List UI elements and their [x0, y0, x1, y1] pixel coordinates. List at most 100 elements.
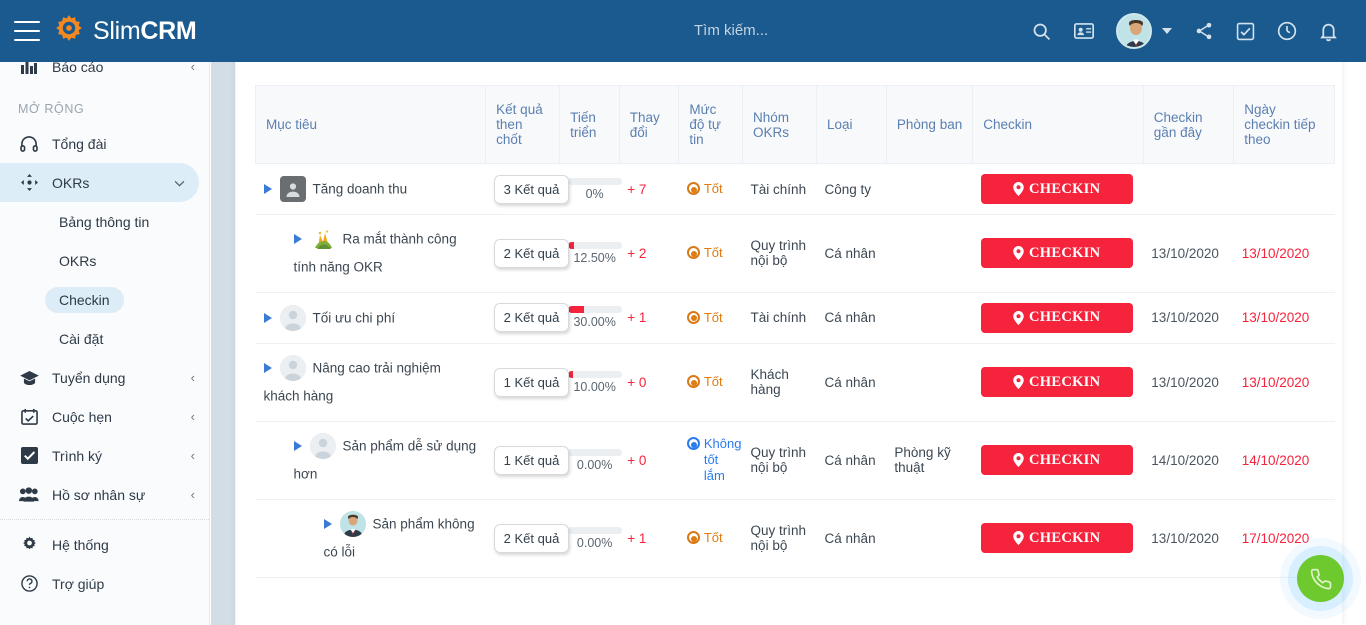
- column-header-muc-do-tu-tin[interactable]: Mức độ tự tin: [679, 86, 743, 164]
- column-header-muc-tieu[interactable]: Mục tiêu: [256, 86, 486, 164]
- share-icon[interactable]: [1194, 21, 1214, 41]
- cell-thay-doi: + 0: [619, 421, 679, 499]
- table-row: Sản phẩm không có lỗi2 Kết quả0.00%+ 1Tố…: [256, 499, 1335, 577]
- expand-row-triangle-icon[interactable]: [294, 234, 302, 244]
- expand-row-triangle-icon[interactable]: [264, 184, 272, 194]
- cell-ket-qua: 1 Kết quả: [486, 421, 560, 499]
- clock-icon[interactable]: [1277, 21, 1297, 41]
- chevron-left-icon: ‹: [191, 370, 195, 385]
- column-header-tien-trien[interactable]: Tiến triển: [560, 86, 620, 164]
- progress-bar-track: [568, 527, 622, 534]
- chevron-left-icon: ‹: [191, 487, 195, 502]
- last-checkin-date: 13/10/2020: [1151, 531, 1219, 546]
- key-results-button[interactable]: 3 Kết quả: [494, 175, 570, 204]
- expand-row-triangle-icon[interactable]: [294, 441, 302, 451]
- checkin-button[interactable]: CHECKIN: [981, 523, 1133, 553]
- column-header-phong-ban[interactable]: Phòng ban: [886, 86, 972, 164]
- column-header-checkin[interactable]: Checkin: [973, 86, 1144, 164]
- table-row: Sản phẩm dễ sử dụng hơn1 Kết quả0.00%+ 0…: [256, 421, 1335, 499]
- confidence-label: Tốt: [704, 530, 723, 546]
- next-checkin-date: 13/10/2020: [1242, 246, 1310, 261]
- sidebar-item-cai-dat[interactable]: Cài đặt: [0, 319, 209, 358]
- key-results-button[interactable]: 1 Kết quả: [494, 368, 570, 397]
- checkin-button[interactable]: CHECKIN: [981, 367, 1133, 397]
- column-header-nhom-okrs[interactable]: Nhóm OKRs: [743, 86, 817, 164]
- cell-checkin: CHECKIN: [973, 343, 1144, 421]
- column-header-thay-doi[interactable]: Thay đổi: [619, 86, 679, 164]
- key-results-button[interactable]: 1 Kết quả: [494, 446, 570, 475]
- expand-row-triangle-icon[interactable]: [324, 519, 332, 529]
- vertical-scrollbar[interactable]: [211, 47, 235, 625]
- confidence-indicator[interactable]: Không tốt lắm: [687, 436, 735, 484]
- cell-nhom-okrs: Quy trình nội bộ: [743, 215, 817, 293]
- bell-icon[interactable]: [1319, 21, 1338, 42]
- sidebar-item-ho-so-nhan-su[interactable]: Hồ sơ nhân sự ‹: [0, 475, 209, 514]
- checkin-button[interactable]: CHECKIN: [981, 238, 1133, 268]
- key-results-button[interactable]: 2 Kết quả: [494, 239, 570, 268]
- search-icon[interactable]: [1031, 21, 1052, 42]
- sidebar-item-bang-thong-tin[interactable]: Bảng thông tin: [0, 202, 209, 241]
- progress-indicator: 10.00%: [568, 371, 622, 394]
- column-header-loai[interactable]: Loại: [817, 86, 887, 164]
- next-checkin-date: 17/10/2020: [1242, 531, 1310, 546]
- confidence-indicator[interactable]: Tốt: [687, 181, 735, 197]
- location-pin-icon: [1013, 246, 1024, 260]
- goal-title: Tối ưu chi phí: [313, 310, 396, 325]
- column-header-ket-qua-then-chot[interactable]: Kết quả then chốt: [486, 86, 560, 164]
- confidence-indicator[interactable]: Tốt: [687, 310, 735, 326]
- confidence-indicator[interactable]: Tốt: [687, 530, 735, 546]
- confidence-indicator[interactable]: Tốt: [687, 374, 735, 390]
- cell-nhom-okrs: Khách hàng: [743, 343, 817, 421]
- change-value: + 7: [627, 182, 646, 197]
- sidebar-item-okrs[interactable]: OKRs: [0, 163, 199, 202]
- progress-bar-track: [568, 242, 622, 249]
- contact-card-icon[interactable]: [1074, 23, 1094, 39]
- checkin-button[interactable]: CHECKIN: [981, 303, 1133, 333]
- next-checkin-date: 14/10/2020: [1242, 453, 1310, 468]
- sidebar-item-cuoc-hen[interactable]: Cuộc hẹn ‹: [0, 397, 209, 436]
- cell-loai: Cá nhân: [817, 343, 887, 421]
- logo-wordmark: SlimCRM: [93, 17, 196, 46]
- cell-ngay-checkin-tiep-theo: [1234, 164, 1335, 215]
- checkin-button[interactable]: CHECKIN: [981, 445, 1133, 475]
- sidebar-item-tuyen-dung[interactable]: Tuyển dụng ‹: [0, 358, 209, 397]
- cell-phong-ban: [886, 292, 972, 343]
- location-pin-icon: [1013, 531, 1024, 545]
- sidebar-item-trinh-ky[interactable]: Trình ký ‹: [0, 436, 209, 475]
- checkin-button[interactable]: CHECKIN: [981, 174, 1133, 204]
- progress-bar-track: [568, 371, 622, 378]
- progress-percent-label: 0%: [568, 187, 622, 201]
- cell-thay-doi: + 0: [619, 343, 679, 421]
- confidence-indicator[interactable]: Tốt: [687, 245, 735, 261]
- sidebar-item-tro-giup[interactable]: Trợ giúp: [0, 564, 209, 603]
- logo-text-light: Slim: [93, 17, 140, 45]
- table-row: Nâng cao trải nghiệm khách hàng1 Kết quả…: [256, 343, 1335, 421]
- user-avatar[interactable]: [1116, 13, 1152, 49]
- floating-call-button[interactable]: [1297, 555, 1344, 602]
- cell-loai: Cá nhân: [817, 499, 887, 577]
- expand-row-triangle-icon[interactable]: [264, 313, 272, 323]
- app-logo[interactable]: SlimCRM: [52, 14, 196, 48]
- task-check-icon[interactable]: [1236, 22, 1255, 41]
- confidence-label: Tốt: [704, 374, 723, 390]
- key-results-button[interactable]: 2 Kết quả: [494, 303, 570, 332]
- cell-loai: Cá nhân: [817, 421, 887, 499]
- sidebar-item-he-thong[interactable]: Hệ thống: [0, 525, 209, 564]
- expand-row-triangle-icon[interactable]: [264, 363, 272, 373]
- sidebar-item-tong-dai[interactable]: Tổng đài: [0, 124, 209, 163]
- cell-phong-ban: Phòng kỹ thuật: [886, 421, 972, 499]
- column-header-ngay-checkin-tiep-theo[interactable]: Ngày checkin tiếp theo: [1234, 86, 1335, 164]
- sidebar-navigation: Báo cáo ‹ MỞ RỘNG Tổng đài OKRs Bảng thô…: [0, 47, 210, 625]
- sidebar-item-checkin[interactable]: Checkin: [0, 280, 209, 319]
- user-menu-chevron-down-icon[interactable]: [1162, 28, 1172, 34]
- sidebar-label: Hồ sơ nhân sự: [52, 487, 191, 503]
- key-results-button[interactable]: 2 Kết quả: [494, 524, 570, 553]
- sidebar-item-okrs-sub[interactable]: OKRs: [0, 241, 209, 280]
- table-header-row: Mục tiêu Kết quả then chốt Tiến triển Th…: [256, 86, 1335, 164]
- cell-checkin: CHECKIN: [973, 292, 1144, 343]
- search-input[interactable]: Tìm kiếm...: [694, 22, 768, 39]
- cell-checkin-gan-day: 13/10/2020: [1143, 343, 1233, 421]
- column-header-checkin-gan-day[interactable]: Checkin gần đây: [1143, 86, 1233, 164]
- location-pin-icon: [1013, 182, 1024, 196]
- hamburger-menu-icon[interactable]: [14, 21, 40, 41]
